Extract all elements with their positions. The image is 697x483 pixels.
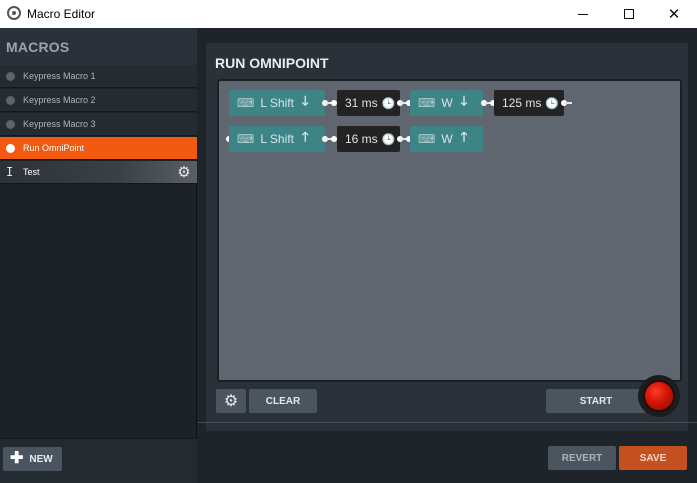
sidebar-footer: ✚ NEW	[0, 438, 197, 483]
start-button[interactable]: START	[546, 389, 646, 413]
status-dot-icon	[6, 144, 15, 153]
macro-item-keypress-1[interactable]: Keypress Macro 1	[0, 65, 197, 88]
arrow-down-icon: 🡓	[460, 93, 468, 108]
macro-item-label[interactable]: Test	[23, 167, 40, 177]
delay-event-16[interactable]: 16 ms 🕒	[337, 126, 400, 152]
sidebar-header: MACROS	[0, 28, 197, 65]
macro-item-label: Keypress Macro 3	[23, 119, 96, 129]
key-event-lshift-up[interactable]: ⌨ L Shift 🡑	[229, 126, 325, 152]
key-label: L Shift	[260, 132, 294, 146]
key-event-w-down[interactable]: ⌨ W 🡓	[410, 90, 483, 116]
maximize-button[interactable]	[606, 0, 652, 28]
text-cursor-icon: I	[6, 165, 14, 179]
macro-title: RUN OMNIPOINT	[215, 55, 329, 71]
status-dot-icon	[6, 72, 15, 81]
macro-item-keypress-3[interactable]: Keypress Macro 3	[0, 113, 197, 136]
macro-sequence-canvas[interactable]: ⌨ L Shift 🡓 31 ms 🕒 ⌨ W 🡓 125 ms 🕒 ⌨ L S…	[217, 79, 682, 382]
macro-item-run-omnipoint[interactable]: Run OmniPoint	[0, 137, 197, 160]
window-title: Macro Editor	[27, 7, 96, 21]
arrow-up-icon: 🡑	[460, 129, 468, 144]
clock-icon: 🕒	[545, 96, 560, 110]
key-label: L Shift	[260, 96, 294, 110]
app-icon	[7, 6, 21, 20]
record-icon[interactable]	[643, 380, 675, 412]
main-area: RUN OMNIPOINT ⌨ L Shift 🡓 31 ms 🕒 ⌨ W 🡓	[198, 28, 697, 483]
key-label: W	[441, 96, 453, 110]
gear-icon: ⚙	[223, 393, 239, 410]
key-event-w-up[interactable]: ⌨ W 🡑	[410, 126, 483, 152]
title-bar: Macro Editor ✕	[0, 0, 697, 28]
clock-icon: 🕒	[381, 96, 396, 110]
revert-button[interactable]: REVERT	[548, 446, 616, 470]
keyboard-icon: ⌨	[237, 96, 255, 110]
arrow-up-icon: 🡑	[301, 129, 309, 144]
maximize-icon	[624, 9, 634, 19]
delay-value: 125 ms	[502, 96, 542, 110]
delay-event-125[interactable]: 125 ms 🕒	[494, 90, 564, 116]
key-event-lshift-down[interactable]: ⌨ L Shift 🡓	[229, 90, 325, 116]
macro-item-label: Keypress Macro 1	[23, 71, 96, 81]
status-dot-icon	[6, 120, 15, 129]
plus-icon: ✚	[10, 450, 24, 467]
new-button-label: NEW	[29, 453, 53, 465]
macro-item-label: Run OmniPoint	[23, 143, 85, 153]
keyboard-icon: ⌨	[418, 132, 436, 146]
status-dot-icon	[6, 96, 15, 105]
close-button[interactable]: ✕	[651, 0, 697, 28]
clear-button[interactable]: CLEAR	[249, 389, 317, 413]
key-label: W	[441, 132, 453, 146]
close-icon: ✕	[667, 6, 681, 23]
clock-icon: 🕒	[381, 132, 396, 146]
connector-line	[564, 102, 572, 104]
delay-event-31[interactable]: 31 ms 🕒	[337, 90, 400, 116]
new-macro-button[interactable]: ✚ NEW	[3, 447, 62, 471]
arrow-down-icon: 🡓	[301, 93, 309, 108]
macro-editor-panel: RUN OMNIPOINT ⌨ L Shift 🡓 31 ms 🕒 ⌨ W 🡓	[206, 43, 688, 431]
macro-sidebar: MACROS Keypress Macro 1 Keypress Macro 2…	[0, 28, 197, 483]
macro-item-keypress-2[interactable]: Keypress Macro 2	[0, 89, 197, 112]
gear-icon[interactable]: ⚙	[175, 163, 193, 181]
minimize-button[interactable]	[560, 0, 606, 28]
keyboard-icon: ⌨	[237, 132, 255, 146]
minimize-icon	[578, 13, 588, 15]
delay-value: 31 ms	[345, 96, 378, 110]
divider	[198, 422, 697, 423]
save-button[interactable]: SAVE	[619, 446, 687, 470]
keyboard-icon: ⌨	[418, 96, 436, 110]
delay-value: 16 ms	[345, 132, 378, 146]
sidebar-title: MACROS	[6, 39, 70, 55]
macro-settings-button[interactable]: ⚙	[216, 389, 246, 413]
macro-item-test[interactable]: I Test ⚙	[0, 161, 197, 184]
macro-item-label: Keypress Macro 2	[23, 95, 96, 105]
